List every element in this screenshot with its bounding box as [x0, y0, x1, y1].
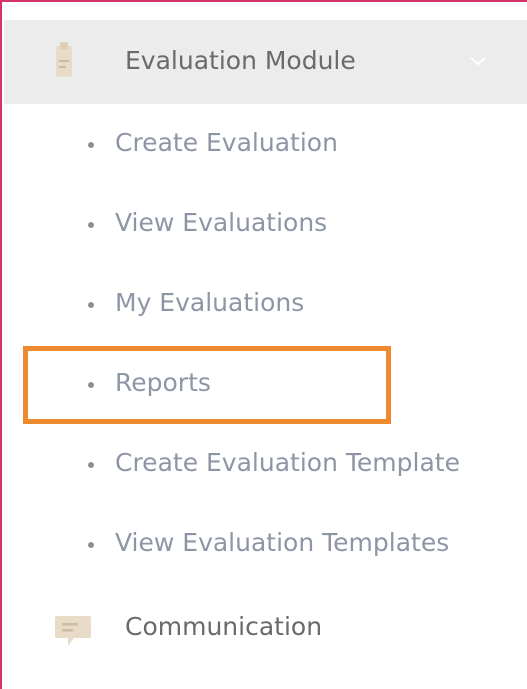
bullet-icon — [88, 302, 94, 308]
menu-item-label: View Evaluation Templates — [115, 528, 450, 557]
reports-highlight-box — [23, 346, 391, 424]
menu-item-create-evaluation[interactable]: Create Evaluation — [82, 120, 512, 170]
module-title[interactable]: Evaluation Module — [125, 46, 356, 75]
menu-item-communication[interactable]: Communication — [125, 612, 322, 641]
chevron-down-icon[interactable] — [468, 54, 488, 68]
bullet-icon — [88, 142, 94, 148]
bullet-icon — [88, 462, 94, 468]
clipboard-icon — [56, 42, 72, 77]
menu-item-my-evaluations[interactable]: My Evaluations — [82, 280, 512, 330]
menu-item-label: Create Evaluation Template — [115, 448, 460, 477]
bullet-icon — [88, 542, 94, 548]
menu-item-view-evaluation-templates[interactable]: View Evaluation Templates — [82, 520, 512, 570]
menu-item-label: View Evaluations — [115, 208, 328, 237]
menu-item-label: My Evaluations — [115, 288, 305, 317]
menu-item-label: Create Evaluation — [115, 128, 338, 157]
menu-item-view-evaluations[interactable]: View Evaluations — [82, 200, 512, 250]
chat-bubble-icon — [55, 616, 91, 646]
bullet-icon — [88, 222, 94, 228]
menu-item-create-evaluation-template[interactable]: Create Evaluation Template — [82, 440, 512, 490]
sidebar-panel: Evaluation Module Create Evaluation View… — [0, 0, 527, 689]
